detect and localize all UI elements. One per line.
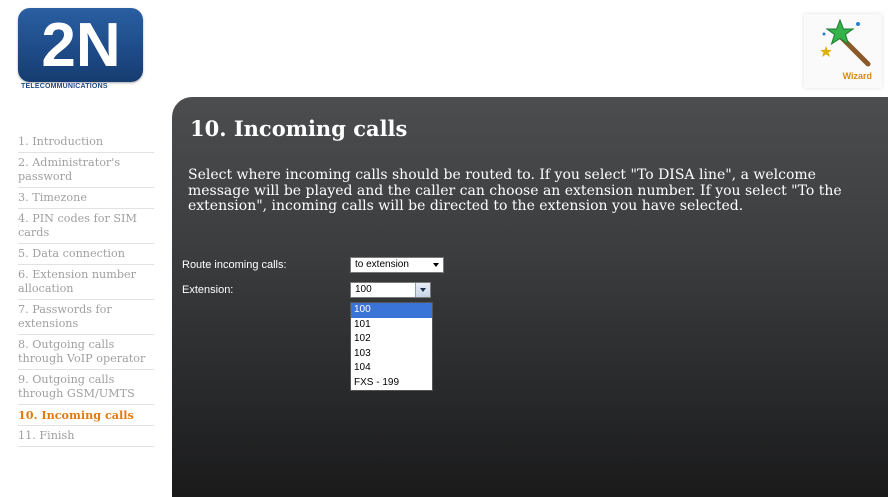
extension-select-value: 100 xyxy=(355,284,372,295)
sidebar-item-step-10[interactable]: 10. Incoming calls xyxy=(18,405,154,426)
extension-label: Extension: xyxy=(182,284,234,296)
sidebar-item-step-6[interactable]: 6. Extension number allocation xyxy=(18,265,154,300)
sidebar-item-step-9[interactable]: 9. Outgoing calls through GSM/UMTS xyxy=(18,370,154,405)
logo-2n-glyph: 2N xyxy=(41,16,120,72)
main-panel: 10. Incoming calls Select where incoming… xyxy=(172,97,888,497)
extension-dropdown-list: 100 101 102 103 104 FXS - 199 xyxy=(350,302,433,391)
extension-option[interactable]: FXS - 199 xyxy=(351,376,432,391)
wizard-label: Wizard xyxy=(842,71,872,81)
sidebar-item-step-8[interactable]: 8. Outgoing calls through VoIP operator xyxy=(18,335,154,370)
wizard-steps-nav: 1. Introduction 2. Administrator's passwo… xyxy=(18,132,154,447)
extension-option[interactable]: 102 xyxy=(351,332,432,347)
wizard-button[interactable]: Wizard xyxy=(804,14,882,88)
chevron-down-icon xyxy=(433,263,439,267)
extension-option[interactable]: 104 xyxy=(351,361,432,376)
page-title: 10. Incoming calls xyxy=(190,116,408,141)
sidebar-item-step-5[interactable]: 5. Data connection xyxy=(18,244,154,265)
sidebar-item-step-1[interactable]: 1. Introduction xyxy=(18,132,154,153)
extension-option[interactable]: 100 xyxy=(351,303,432,318)
page-description: Select where incoming calls should be ro… xyxy=(188,167,842,214)
route-label: Route incoming calls: xyxy=(182,259,287,271)
magic-wand-icon xyxy=(820,18,871,67)
brand-tagline: TELECOMMUNICATIONS xyxy=(21,83,108,90)
route-select-value: to extension xyxy=(355,259,409,270)
extension-option[interactable]: 101 xyxy=(351,318,432,333)
dropdown-arrow-icon[interactable] xyxy=(415,283,430,297)
extension-option[interactable]: 103 xyxy=(351,347,432,362)
route-select[interactable]: to extension xyxy=(350,257,444,273)
sidebar-item-step-2[interactable]: 2. Administrator's password xyxy=(18,153,154,188)
extension-select[interactable]: 100 xyxy=(350,282,431,298)
sidebar-item-step-7[interactable]: 7. Passwords for extensions xyxy=(18,300,154,335)
sidebar-item-step-4[interactable]: 4. PIN codes for SIM cards xyxy=(18,209,154,244)
logo-mark-text: 2N xyxy=(41,16,120,72)
sidebar-item-step-3[interactable]: 3. Timezone xyxy=(18,188,154,209)
brand-logo: 2N xyxy=(18,8,143,82)
sidebar-item-step-11[interactable]: 11. Finish xyxy=(18,426,154,447)
